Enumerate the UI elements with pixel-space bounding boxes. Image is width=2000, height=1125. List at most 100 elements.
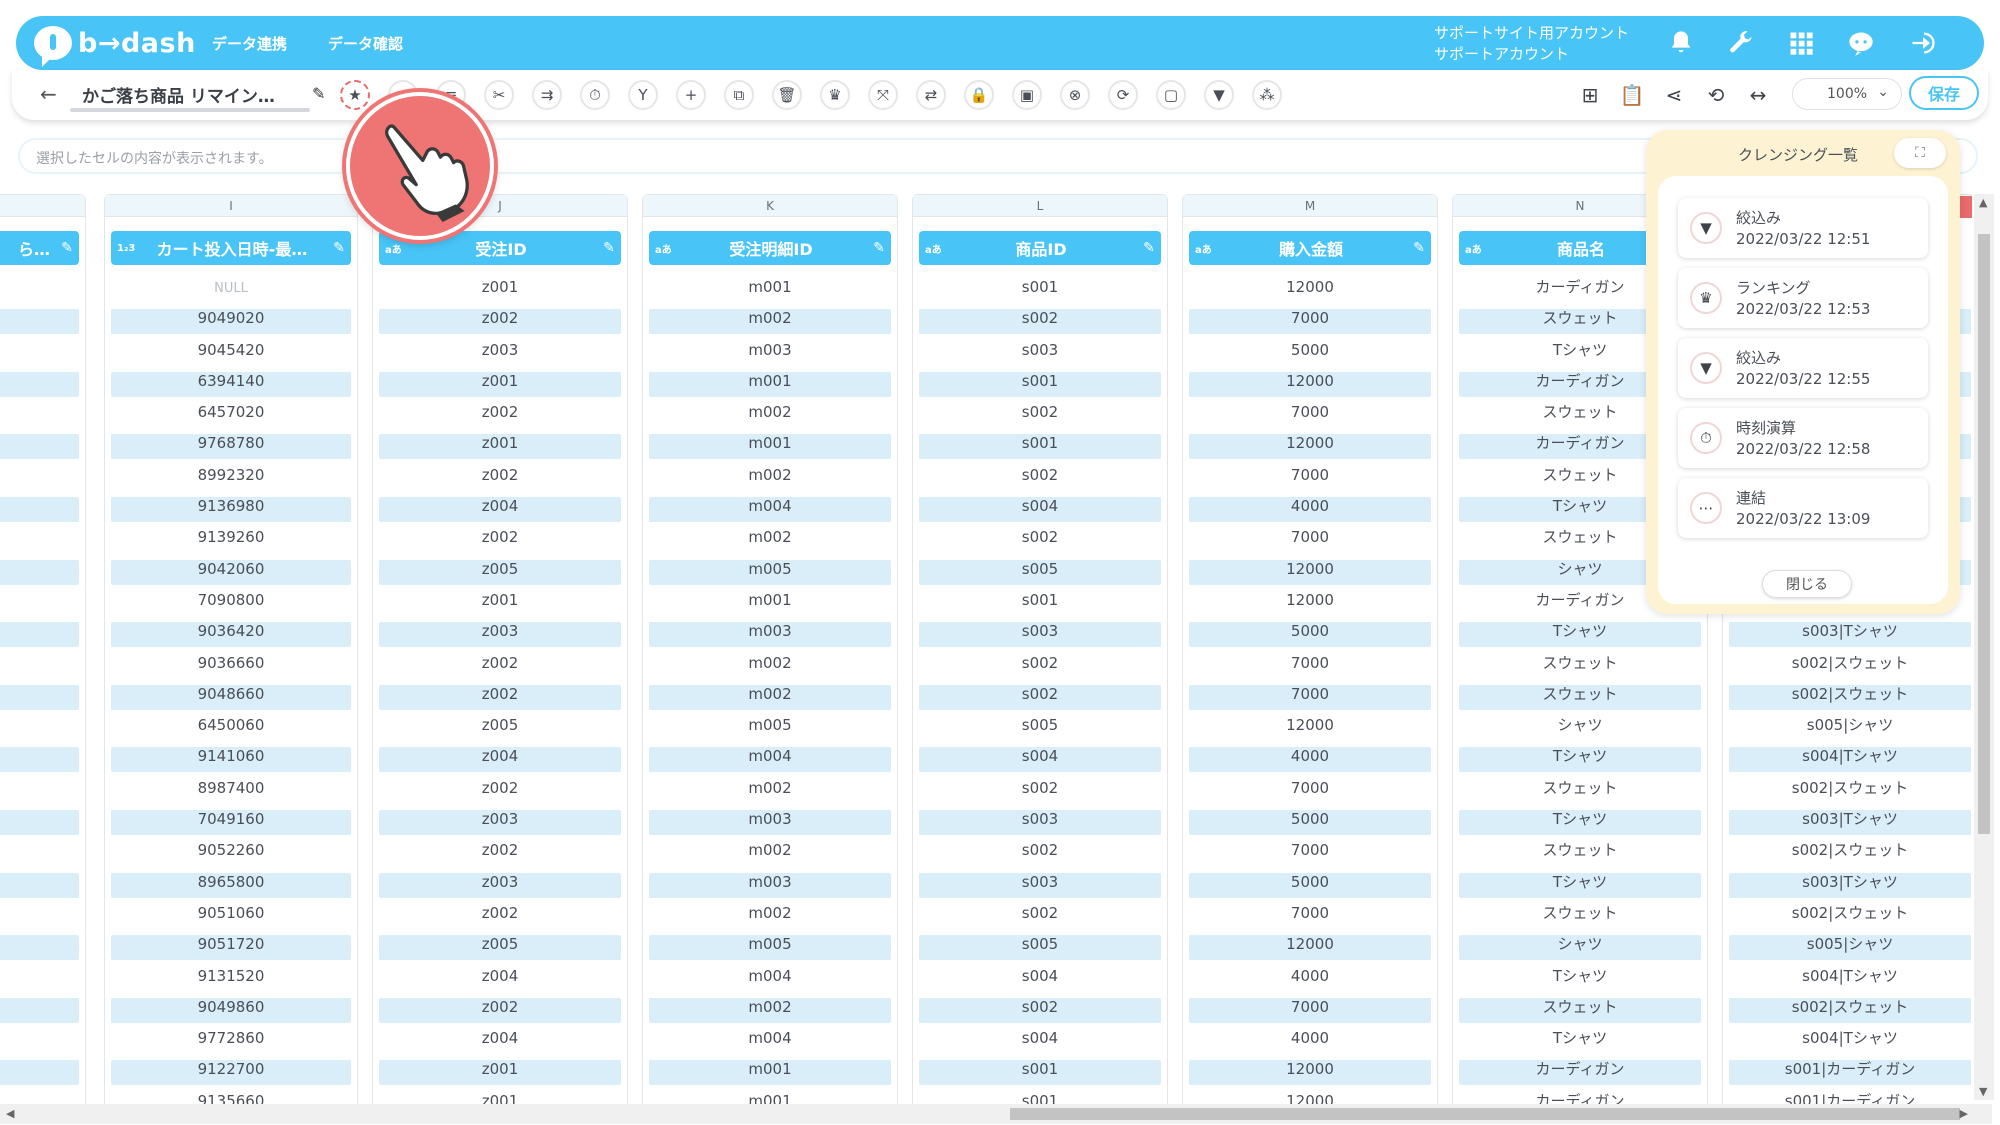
table-cell[interactable]: s004|Tシャツ [1723, 964, 1972, 995]
column-m[interactable]: M aあ 購入金額 ✎ 12000 7000 5000 12000 7000 12000 7… [1182, 194, 1438, 1104]
table-cell[interactable] [0, 463, 85, 494]
table-cell[interactable]: s002|スウェット [1723, 838, 1972, 869]
table-cell[interactable]: 7000 [1183, 525, 1437, 556]
table-cell[interactable]: m003 [643, 338, 897, 369]
table-cell[interactable]: 7090800 [105, 588, 357, 619]
table-cell[interactable]: Tシャツ [1453, 1026, 1707, 1057]
table-cell[interactable]: 7000 [1183, 776, 1437, 807]
horizontal-scrollbar[interactable]: ◀ ▶ [0, 1104, 1992, 1124]
table-cell[interactable] [0, 369, 85, 400]
table-cell[interactable]: 7049160 [105, 807, 357, 838]
table-cell[interactable]: 8992320 [105, 463, 357, 494]
column-header[interactable]: ら… ✎ [0, 231, 79, 265]
cleansing-history-item[interactable]: ▼ 絞込み 2022/03/22 12:51 [1678, 198, 1928, 258]
table-cell[interactable] [0, 275, 85, 306]
bell-icon[interactable] [1666, 28, 1696, 58]
table-cell[interactable]: z004 [373, 964, 627, 995]
table-cell[interactable]: s001 [913, 1089, 1167, 1104]
table-cell[interactable]: m003 [643, 619, 897, 650]
column-header[interactable]: aあ 購入金額 ✎ [1189, 231, 1431, 265]
apps-grid-icon[interactable] [1786, 28, 1816, 58]
table-cell[interactable]: 9048660 [105, 682, 357, 713]
table-cell[interactable]: s002 [913, 400, 1167, 431]
table-cell[interactable]: 6394140 [105, 369, 357, 400]
lock-icon[interactable]: 🔒 [964, 80, 994, 110]
table-cell[interactable] [0, 557, 85, 588]
table-cell[interactable]: m004 [643, 494, 897, 525]
table-cell[interactable]: s005|シャツ [1723, 713, 1972, 744]
transform-icon[interactable]: ⟳ [1108, 80, 1138, 110]
repeat-icon[interactable]: ⇄ [916, 80, 946, 110]
column-edit-pencil-icon[interactable]: ✎ [867, 240, 891, 256]
table-cell[interactable] [0, 619, 85, 650]
table-cell[interactable]: z005 [373, 557, 627, 588]
table-cell[interactable]: m002 [643, 400, 897, 431]
table-cell[interactable]: z002 [373, 776, 627, 807]
table-cell[interactable]: m001 [643, 369, 897, 400]
table-cell[interactable]: s003 [913, 338, 1167, 369]
table-cell[interactable]: s004 [913, 964, 1167, 995]
table-cell[interactable] [0, 838, 85, 869]
table-cell[interactable]: 9136980 [105, 494, 357, 525]
table-cell[interactable]: m002 [643, 838, 897, 869]
column-header[interactable]: 1₂3 カート投入日時-最… ✎ [111, 231, 351, 265]
table-cell[interactable]: z005 [373, 932, 627, 963]
column-i[interactable]: I 1₂3 カート投入日時-最… ✎ NULL 9049020 9045420 639… [104, 194, 358, 1104]
column-edit-pencil-icon[interactable]: ✎ [55, 240, 79, 256]
table-cell[interactable]: 5000 [1183, 338, 1437, 369]
table-cell[interactable]: 9131520 [105, 964, 357, 995]
box-icon[interactable]: ▣ [1012, 80, 1042, 110]
table-cell[interactable]: s004 [913, 494, 1167, 525]
table-cell[interactable]: 7000 [1183, 838, 1437, 869]
table-cell[interactable]: m004 [643, 744, 897, 775]
refresh-doc-icon[interactable]: ⟲ [1702, 82, 1730, 108]
table-cell[interactable]: s002 [913, 463, 1167, 494]
table-cell[interactable]: s002 [913, 682, 1167, 713]
table-cell[interactable]: s002 [913, 901, 1167, 932]
scroll-right-arrow-icon[interactable]: ▶ [1960, 1107, 1968, 1120]
scroll-up-arrow-icon[interactable]: ▲ [1979, 196, 1987, 209]
table-cell[interactable]: m001 [643, 1089, 897, 1104]
table-cell[interactable]: スウェット [1453, 682, 1707, 713]
table-cell[interactable] [0, 1057, 85, 1088]
table-cell[interactable]: カーディガン [1453, 1057, 1707, 1088]
table-cell[interactable]: 8965800 [105, 870, 357, 901]
table-cell[interactable]: m002 [643, 463, 897, 494]
table-cell[interactable]: 5000 [1183, 619, 1437, 650]
table-cell[interactable]: 6450060 [105, 713, 357, 744]
table-cell[interactable]: 12000 [1183, 275, 1437, 306]
column-edit-pencil-icon[interactable]: ✎ [1407, 240, 1431, 256]
star-favorite-button[interactable]: ★ [340, 80, 370, 110]
table-cell[interactable]: シャツ [1453, 713, 1707, 744]
zoom-select[interactable]: 100% ⌄ [1792, 78, 1902, 110]
table-cell[interactable]: 12000 [1183, 1057, 1437, 1088]
table-cell[interactable]: 9768780 [105, 431, 357, 462]
table-cell[interactable]: Tシャツ [1453, 964, 1707, 995]
table-cell[interactable]: 4000 [1183, 494, 1437, 525]
plus-add-icon[interactable]: + [676, 80, 706, 110]
table-cell[interactable]: m002 [643, 651, 897, 682]
table-cell[interactable]: z004 [373, 494, 627, 525]
table-cell[interactable]: Tシャツ [1453, 619, 1707, 650]
table-cell[interactable]: s003 [913, 870, 1167, 901]
cleansing-history-item[interactable]: ⋯ 連結 2022/03/22 13:09 [1678, 478, 1928, 538]
table-cell[interactable]: s003|Tシャツ [1723, 807, 1972, 838]
timer-icon[interactable]: ⏱ [580, 80, 610, 110]
support-chat-icon[interactable] [1846, 28, 1876, 58]
table-cell[interactable]: s002|スウェット [1723, 682, 1972, 713]
table-cell[interactable]: m002 [643, 525, 897, 556]
table-cell[interactable]: 4000 [1183, 964, 1437, 995]
table-cell[interactable]: 12000 [1183, 369, 1437, 400]
horizontal-scroll-thumb[interactable] [1010, 1108, 1960, 1120]
table-cell[interactable]: s005 [913, 713, 1167, 744]
save-button[interactable]: 保存 [1909, 76, 1979, 110]
table-cell[interactable]: m003 [643, 870, 897, 901]
recipe-title[interactable]: かご落ち商品 リマイン… [82, 82, 302, 107]
table-cell[interactable] [0, 932, 85, 963]
table-cell[interactable]: m002 [643, 306, 897, 337]
table-cell[interactable] [0, 651, 85, 682]
wrench-icon[interactable] [1726, 28, 1756, 58]
table-cell[interactable]: s001 [913, 1057, 1167, 1088]
column-j[interactable]: J aあ 受注ID ✎ z001 z002 z003 z001 z002 z001 z002… [372, 194, 628, 1104]
table-cell[interactable] [0, 431, 85, 462]
